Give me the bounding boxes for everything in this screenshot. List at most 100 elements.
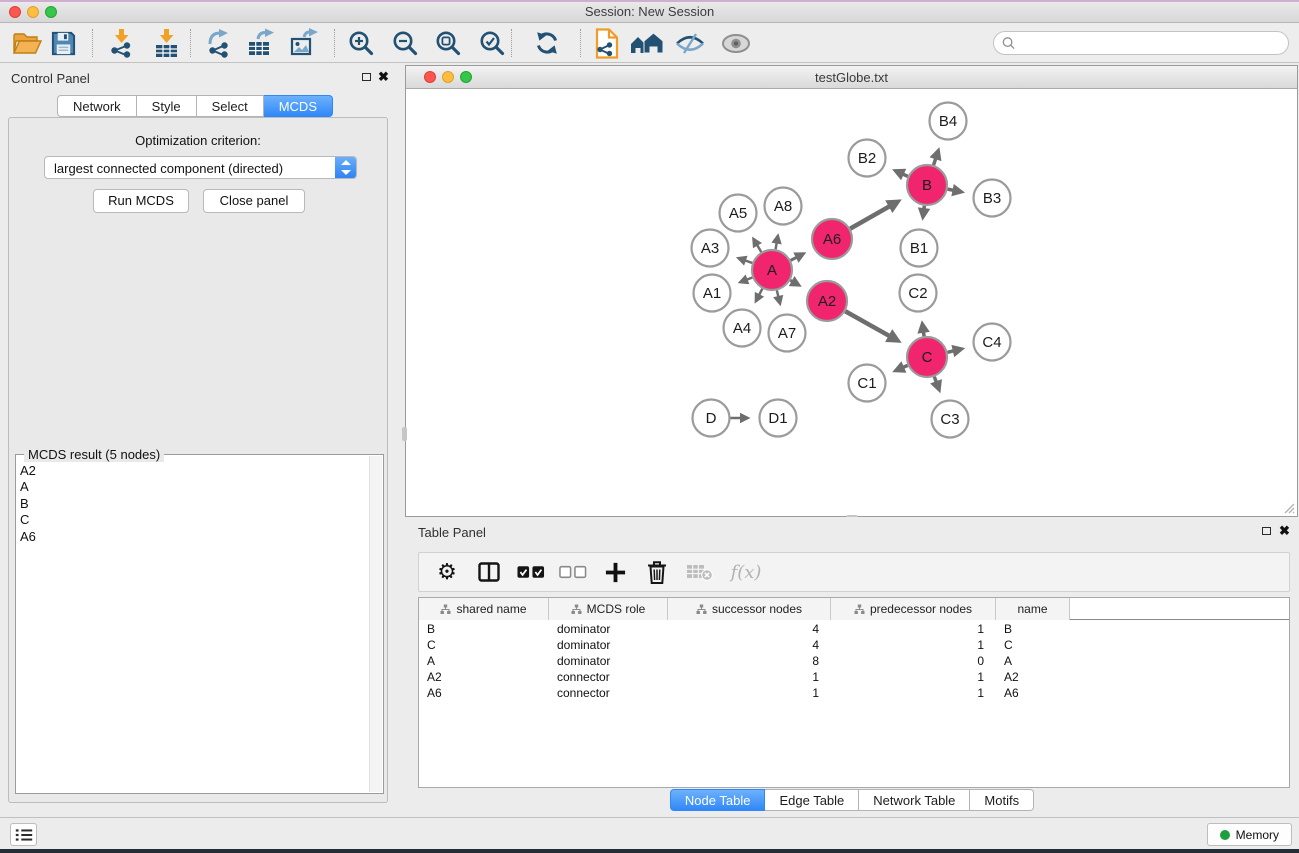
zoom-fit-button[interactable]: [431, 26, 465, 60]
tab-network-table[interactable]: Network Table: [859, 789, 970, 811]
left-splitter-handle[interactable]: [402, 427, 407, 441]
zoom-selected-button[interactable]: [475, 26, 509, 60]
export-image-button[interactable]: [287, 26, 321, 60]
network-canvas[interactable]: AA1A2A3A4A5A6A7A8BB1B2B3B4CC1C2C3C4DD1: [406, 89, 1297, 516]
table-panel-title: Table Panel: [418, 525, 486, 540]
table-row[interactable]: Cdominator41C: [419, 637, 1289, 653]
tab-edge-table[interactable]: Edge Table: [765, 789, 859, 811]
refresh-button[interactable]: [530, 26, 564, 60]
mcds-result-item[interactable]: C: [20, 512, 367, 528]
edge-arrowhead-icon: [930, 147, 942, 161]
result-scrollbar[interactable]: [369, 456, 382, 792]
import-network-button[interactable]: [104, 26, 138, 60]
graph-edge-A-A7[interactable]: [777, 290, 779, 297]
search-icon: [1002, 36, 1015, 50]
zoom-in-button[interactable]: [344, 26, 378, 60]
close-panel-button[interactable]: Close panel: [203, 189, 305, 213]
column-settings-button[interactable]: ⚙: [433, 557, 461, 587]
plus-icon: [604, 561, 627, 584]
column-header[interactable]: MCDS role: [549, 598, 668, 620]
mcds-result-item[interactable]: A: [20, 479, 367, 495]
column-header[interactable]: successor nodes: [668, 598, 831, 620]
graph-node-label: B2: [858, 150, 876, 167]
window-resize-grip[interactable]: [1282, 501, 1295, 514]
column-header[interactable]: shared name: [419, 598, 549, 620]
tab-mcds[interactable]: MCDS: [264, 95, 333, 117]
deselect-all-button[interactable]: [559, 557, 587, 587]
tab-motifs[interactable]: Motifs: [970, 789, 1034, 811]
table-cell: 1: [668, 685, 831, 701]
graph-edge-A-A5[interactable]: [757, 245, 761, 252]
tab-node-table[interactable]: Node Table: [670, 789, 766, 811]
search-input[interactable]: [1022, 33, 1277, 53]
save-floppy-icon: [50, 30, 77, 57]
export-table-button[interactable]: [244, 26, 278, 60]
open-session-button[interactable]: [10, 26, 44, 60]
mcds-result-item[interactable]: A6: [20, 529, 367, 545]
mcds-result-item[interactable]: B: [20, 496, 367, 512]
table-row[interactable]: A6connector11A6: [419, 685, 1289, 701]
select-stepper-icon: [335, 157, 356, 178]
graph-edge-A-A8[interactable]: [776, 242, 777, 249]
control-panel-header: Control Panel ✖: [0, 63, 390, 91]
select-all-button[interactable]: [517, 557, 545, 587]
show-column-button[interactable]: [475, 557, 503, 587]
fx-icon: f(x): [731, 562, 762, 583]
graph-node-label: C: [922, 349, 933, 366]
zoom-out-button[interactable]: [388, 26, 422, 60]
control-panel: Control Panel ✖ Network Style Select MCD…: [0, 63, 390, 817]
optimization-criterion-select[interactable]: largest connected component (directed): [44, 156, 357, 179]
birdseye-eye-icon: [721, 33, 751, 54]
tab-network[interactable]: Network: [57, 95, 137, 117]
attribute-tree-icon: [571, 604, 582, 615]
graph-edge-B-B4[interactable]: [934, 158, 936, 165]
zoom-in-icon: [348, 30, 375, 57]
graph-node-label: A6: [823, 231, 841, 248]
tab-select[interactable]: Select: [197, 95, 264, 117]
trash-icon: [646, 559, 668, 585]
function-builder-button[interactable]: f(x): [727, 557, 765, 587]
float-panel-icon[interactable]: [1262, 527, 1271, 535]
tab-style[interactable]: Style: [137, 95, 197, 117]
float-panel-icon[interactable]: [362, 73, 371, 81]
table-row[interactable]: Adominator80A: [419, 653, 1289, 669]
mcds-result-item[interactable]: A2: [20, 463, 367, 479]
graph-edge-A-A3[interactable]: [745, 260, 752, 263]
graph-edge-A-A4[interactable]: [759, 289, 762, 295]
run-mcds-button[interactable]: Run MCDS: [93, 189, 189, 213]
close-panel-icon[interactable]: ✖: [378, 69, 389, 85]
memory-status-icon: [1220, 830, 1230, 840]
add-row-button[interactable]: [601, 557, 629, 587]
checked-boxes-icon: [517, 565, 545, 579]
save-session-button[interactable]: [46, 26, 80, 60]
graph-edge-A2-C[interactable]: [845, 311, 889, 336]
toolbar-separator: [92, 29, 93, 57]
task-history-button[interactable]: [10, 823, 37, 846]
export-network-icon: [204, 28, 234, 58]
node-table: shared nameMCDS rolesuccessor nodesprede…: [418, 597, 1290, 788]
table-toolbar: ⚙: [418, 552, 1290, 592]
graph-node-label: D1: [768, 410, 787, 427]
export-image-icon: [289, 28, 319, 58]
table-header-row: shared nameMCDS rolesuccessor nodesprede…: [419, 598, 1289, 620]
graph-edge-A6-B[interactable]: [850, 206, 889, 228]
column-header[interactable]: name: [996, 598, 1070, 620]
close-panel-icon[interactable]: ✖: [1279, 523, 1290, 539]
table-row[interactable]: Bdominator41B: [419, 621, 1289, 637]
columns-icon: [477, 560, 501, 584]
table-row[interactable]: A2connector11A2: [419, 669, 1289, 685]
edge-arrowhead-icon: [918, 207, 930, 220]
hide-graphics-details-button[interactable]: [673, 26, 707, 60]
home-button[interactable]: [630, 26, 664, 60]
delete-row-button[interactable]: [643, 557, 671, 587]
memory-button[interactable]: Memory: [1207, 823, 1292, 846]
column-header[interactable]: predecessor nodes: [831, 598, 996, 620]
delete-table-button[interactable]: [685, 557, 713, 587]
network-from-file-button[interactable]: [590, 26, 624, 60]
birdseye-view-button[interactable]: [719, 26, 753, 60]
main-toolbar: [0, 24, 1299, 63]
graph-edge-A-A6[interactable]: [791, 257, 797, 260]
export-network-button[interactable]: [202, 26, 236, 60]
import-table-button[interactable]: [149, 26, 183, 60]
graph-node-label: A2: [818, 293, 836, 310]
